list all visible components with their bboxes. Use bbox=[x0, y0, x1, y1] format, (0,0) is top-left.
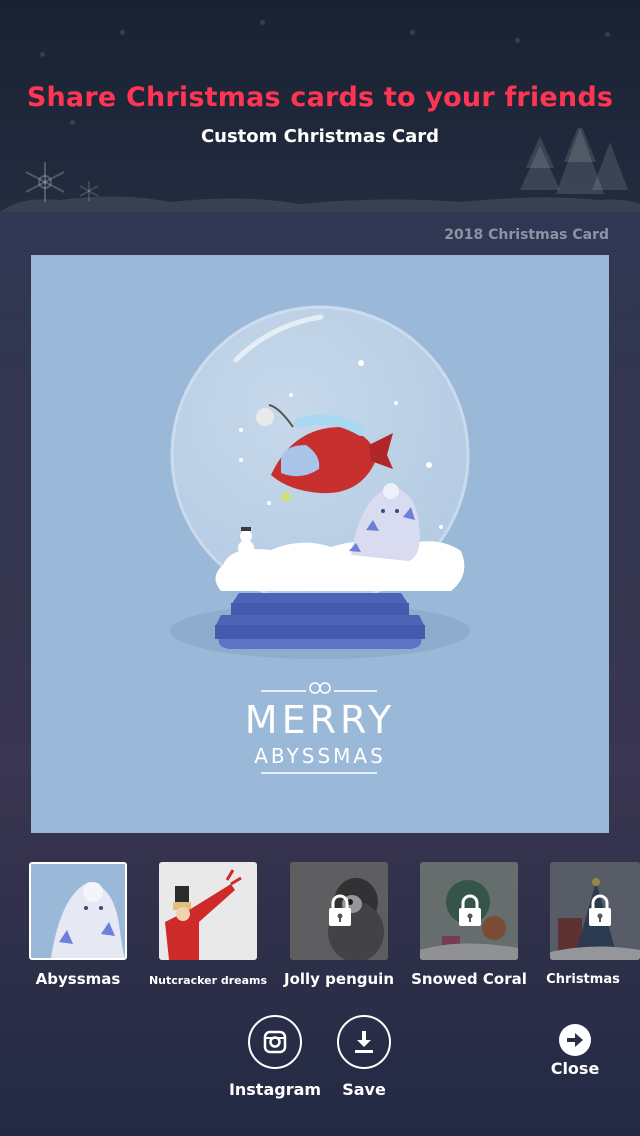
close-label: Close bbox=[550, 1059, 600, 1078]
template-label-coral: Snowed Coral bbox=[411, 970, 527, 988]
template-thumb-nutcracker[interactable] bbox=[159, 862, 257, 960]
template-label-penguin: Jolly penguin bbox=[284, 970, 394, 988]
template-label-abyssmas: Abyssmas bbox=[35, 970, 121, 988]
card-template-carousel[interactable]: Abyssmas Nutcracker dreams Jolly penguin… bbox=[0, 862, 640, 992]
lock-icon bbox=[589, 894, 611, 926]
abyssmas-thumbnail-art bbox=[51, 882, 125, 958]
header-banner: Share Christmas cards to your friends Cu… bbox=[0, 0, 640, 212]
instagram-button[interactable] bbox=[248, 1015, 302, 1069]
template-thumb-penguin[interactable] bbox=[290, 862, 388, 960]
download-icon bbox=[355, 1031, 373, 1053]
save-button[interactable] bbox=[337, 1015, 391, 1069]
template-thumb-coral[interactable] bbox=[420, 862, 518, 960]
nutcracker-thumbnail-art bbox=[165, 869, 242, 960]
card-greeting-line2: ABYSSMAS bbox=[254, 744, 386, 768]
arrow-right-icon bbox=[567, 1033, 583, 1047]
save-label: Save bbox=[342, 1080, 386, 1099]
close-button[interactable] bbox=[559, 1024, 591, 1056]
template-thumb-christmas[interactable] bbox=[550, 862, 640, 960]
card-preview: MERRY ABYSSMAS bbox=[31, 255, 609, 833]
lock-icon bbox=[329, 894, 351, 926]
template-label-nutcracker: Nutcracker dreams bbox=[148, 974, 268, 987]
card-greeting-line1: MERRY bbox=[245, 698, 395, 742]
snow-globe-illustration: MERRY ABYSSMAS bbox=[170, 305, 470, 774]
template-thumb-abyssmas[interactable] bbox=[29, 862, 127, 960]
lock-icon bbox=[459, 894, 481, 926]
instagram-icon bbox=[263, 1030, 287, 1054]
snow-ridge bbox=[0, 196, 640, 212]
card-year-label: 2018 Christmas Card bbox=[444, 227, 609, 243]
template-label-christmas: Christmas bbox=[546, 972, 620, 987]
page-title: Share Christmas cards to your friends bbox=[26, 82, 614, 113]
